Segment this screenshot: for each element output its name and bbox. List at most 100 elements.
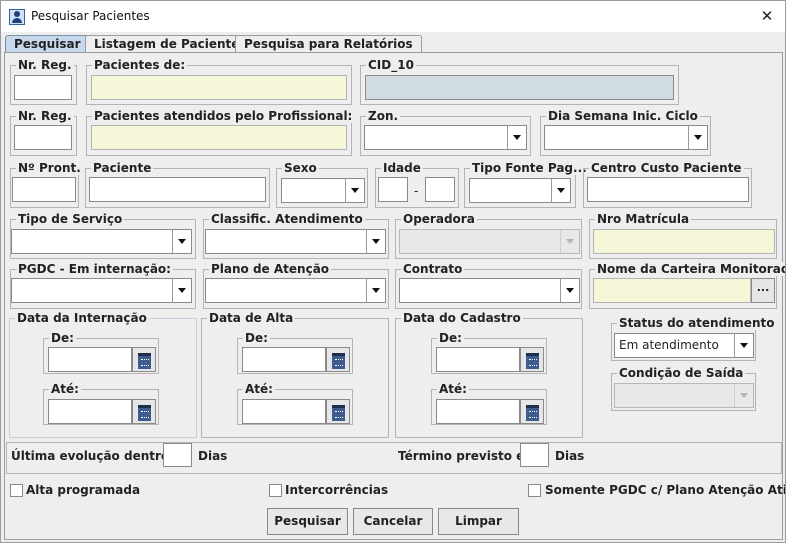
pgdc-select[interactable] — [11, 278, 192, 303]
zon-select[interactable] — [364, 125, 527, 150]
chevron-down-icon[interactable] — [560, 279, 579, 302]
nr-reg-2-input[interactable] — [14, 125, 72, 150]
plano-atencao-select[interactable] — [205, 278, 386, 303]
classific-select[interactable] — [205, 229, 386, 254]
pacientes-de-field[interactable] — [91, 75, 347, 100]
cid10-label: CID_10 — [366, 58, 416, 72]
centro-custo-input[interactable] — [587, 177, 749, 202]
n-pront-label: Nº Pront. — [16, 161, 83, 175]
chevron-down-icon[interactable] — [366, 279, 385, 302]
ultima-evolucao-input[interactable] — [163, 443, 192, 467]
title-bar: Pesquisar Pacientes ✕ — [1, 1, 785, 32]
tipo-fonte-label: Tipo Fonte Pag... — [470, 161, 589, 175]
search-patients-window: Pesquisar Pacientes ✕ Pesquisar Listagem… — [0, 0, 786, 543]
pacientes-atendidos-field[interactable] — [91, 125, 347, 150]
plano-atencao-label: Plano de Atenção — [209, 262, 332, 276]
tab-pesquisar[interactable]: Pesquisar — [5, 35, 90, 53]
pesquisar-button[interactable]: Pesquisar — [267, 508, 348, 535]
zon-label: Zon. — [366, 109, 401, 123]
de-label: De: — [243, 331, 270, 345]
tab-listagem-pacientes[interactable]: Listagem de Pacientes — [85, 35, 256, 53]
chevron-down-icon[interactable] — [734, 334, 753, 357]
dia-semana-label: Dia Semana Inic. Ciclo — [546, 109, 700, 123]
alta-programada-checkbox[interactable] — [10, 484, 23, 497]
calendar-icon[interactable] — [132, 399, 156, 424]
calendar-icon[interactable] — [520, 347, 544, 372]
condicao-saida-label: Condição de Saída — [617, 366, 746, 380]
pacientes-de-label: Pacientes de: — [92, 58, 188, 72]
termino-previsto-label: Término previsto em — [398, 449, 537, 463]
data-internacao-label: Data da Internação — [15, 311, 149, 325]
dias-label: Dias — [198, 449, 228, 463]
chevron-down-icon[interactable] — [172, 230, 191, 253]
nro-matricula-field[interactable] — [593, 229, 775, 254]
cadastro-ate-input[interactable] — [436, 399, 520, 424]
status-value: Em atendimento — [619, 338, 719, 352]
data-cadastro-label: Data do Cadastro — [401, 311, 523, 325]
limpar-button[interactable]: Limpar — [438, 508, 519, 535]
idade-label: Idade — [381, 161, 423, 175]
de-label: De: — [437, 331, 464, 345]
contrato-select[interactable] — [399, 278, 580, 303]
chevron-down-icon[interactable] — [172, 279, 191, 302]
ate-label: Até: — [243, 382, 275, 396]
chevron-down-icon[interactable] — [688, 126, 707, 149]
data-alta-label: Data de Alta — [207, 311, 296, 325]
condicao-saida-select[interactable] — [614, 383, 754, 408]
chevron-down-icon[interactable] — [551, 179, 570, 202]
somente-pgdc-checkbox[interactable] — [528, 484, 541, 497]
termino-previsto-input[interactable] — [520, 443, 549, 467]
carteira-label: Nome da Carteira Monitorada — [595, 262, 785, 276]
idade-min-input[interactable] — [378, 177, 408, 202]
calendar-icon[interactable] — [520, 399, 544, 424]
dia-semana-select[interactable] — [544, 125, 708, 150]
carteira-field[interactable] — [593, 278, 751, 303]
alta-ate-input[interactable] — [242, 399, 326, 424]
somente-pgdc-label: Somente PGDC c/ Plano Atenção Ativo — [545, 483, 786, 497]
chevron-down-icon[interactable] — [366, 230, 385, 253]
calendar-icon[interactable] — [326, 399, 350, 424]
chevron-down-icon[interactable] — [345, 179, 364, 202]
carteira-lookup-button[interactable]: ... — [751, 278, 775, 303]
paciente-label: Paciente — [91, 161, 154, 175]
tab-pesquisa-relatorios[interactable]: Pesquisa para Relatórios — [235, 35, 422, 53]
tipo-servico-select[interactable] — [11, 229, 192, 254]
tipo-servico-label: Tipo de Serviço — [16, 212, 125, 226]
paciente-input[interactable] — [89, 177, 266, 202]
alta-programada-label: Alta programada — [26, 483, 141, 497]
tipo-fonte-select[interactable] — [469, 178, 571, 203]
nr-reg-label: Nr. Reg. — [16, 58, 74, 72]
close-icon[interactable]: ✕ — [753, 3, 781, 29]
sexo-select[interactable] — [281, 178, 365, 203]
ate-label: Até: — [49, 382, 81, 396]
internacao-de-input[interactable] — [48, 347, 132, 372]
chevron-down-icon[interactable] — [560, 230, 579, 253]
patient-search-icon — [9, 9, 25, 25]
calendar-icon[interactable] — [132, 347, 156, 372]
status-select[interactable]: Em atendimento — [614, 333, 754, 358]
ate-label: Até: — [437, 382, 469, 396]
pacientes-atendidos-label: Pacientes atendidos pelo Profissional: — [92, 109, 355, 123]
window-title: Pesquisar Pacientes — [31, 9, 150, 23]
nr-reg-input[interactable] — [14, 75, 72, 100]
idade-max-input[interactable] — [425, 177, 455, 202]
chevron-down-icon[interactable] — [507, 126, 526, 149]
n-pront-input[interactable] — [12, 177, 76, 202]
intercorrencias-checkbox[interactable] — [269, 484, 282, 497]
sexo-label: Sexo — [282, 161, 319, 175]
operadora-select[interactable] — [399, 229, 580, 254]
calendar-icon[interactable] — [326, 347, 350, 372]
cid10-field[interactable] — [365, 75, 674, 100]
cadastro-de-input[interactable] — [436, 347, 520, 372]
contrato-label: Contrato — [401, 262, 465, 276]
internacao-ate-input[interactable] — [48, 399, 132, 424]
idade-separator: - — [414, 184, 419, 198]
alta-de-input[interactable] — [242, 347, 326, 372]
nro-matricula-label: Nro Matrícula — [595, 212, 692, 226]
operadora-label: Operadora — [401, 212, 477, 226]
classific-label: Classific. Atendimento — [209, 212, 365, 226]
intercorrencias-label: Intercorrências — [285, 483, 389, 497]
cancelar-button[interactable]: Cancelar — [353, 508, 433, 535]
chevron-down-icon[interactable] — [734, 384, 753, 407]
centro-custo-label: Centro Custo Paciente — [589, 161, 744, 175]
